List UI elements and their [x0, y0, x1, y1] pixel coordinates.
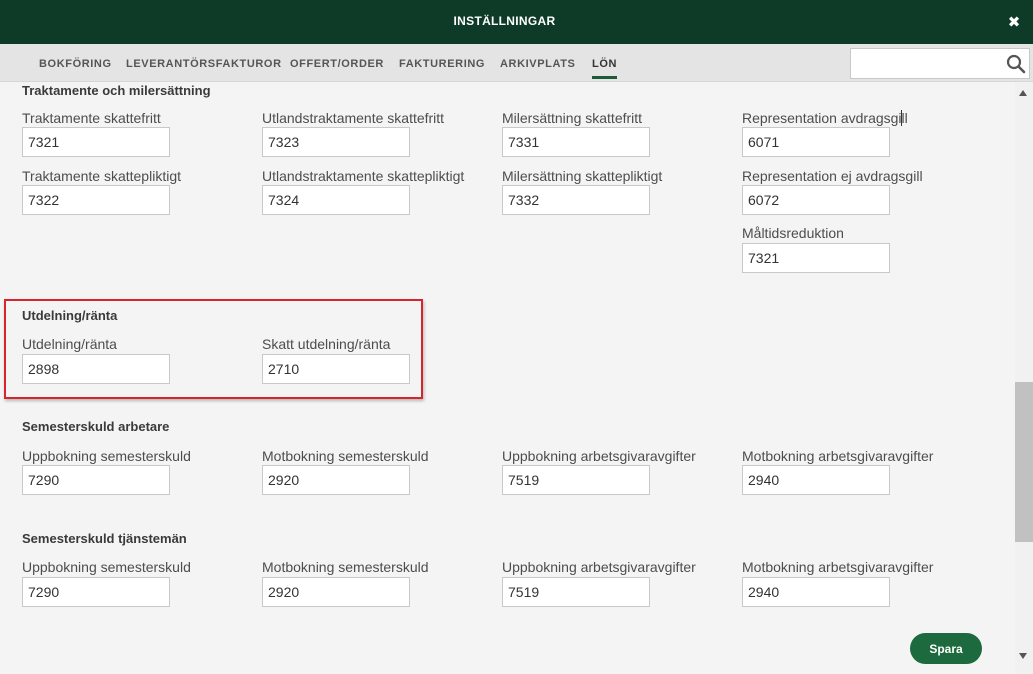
content-scrollbar[interactable]: [1015, 82, 1033, 674]
section-title-traktamente: Traktamente och milersättning: [22, 83, 211, 98]
search-input[interactable]: [851, 49, 1001, 78]
label-uppbokning-arbetsgivaravgifter: Uppbokning arbetsgivaravgifter: [502, 559, 696, 575]
tjansteman-motbokning-arbetsgivaravgifter-input[interactable]: [742, 577, 890, 607]
skatt-utdelning-ranta-input[interactable]: [262, 354, 410, 384]
tab-lon[interactable]: LÖN: [592, 58, 618, 79]
label-utdelning-ranta: Utdelning/ränta: [22, 336, 117, 352]
tab-fakturering[interactable]: FAKTURERING: [399, 58, 485, 70]
label-motbokning-semesterskuld: Motbokning semesterskuld: [262, 559, 429, 575]
save-button[interactable]: Spara: [910, 633, 982, 664]
label-milersattning-skattepliktigt: Milersättning skattepliktigt: [502, 168, 663, 184]
arbetare-uppbokning-arbetsgivaravgifter-input[interactable]: [502, 465, 650, 495]
tjansteman-uppbokning-semesterskuld-input[interactable]: [22, 577, 170, 607]
tjansteman-motbokning-semesterskuld-input[interactable]: [262, 577, 410, 607]
settings-header: INSTÄLLNINGAR ✖: [0, 0, 1033, 44]
label-representation-ej-avdragsgill: Representation ej avdragsgill: [742, 168, 923, 184]
settings-content: Traktamente och milersättning Traktament…: [0, 82, 1015, 674]
tjansteman-uppbokning-arbetsgivaravgifter-input[interactable]: [502, 577, 650, 607]
section-title-semesterskuld-tjansteman: Semesterskuld tjänstemän: [22, 531, 187, 546]
utlandstraktamente-skattefritt-input[interactable]: [262, 127, 410, 157]
label-motbokning-semesterskuld: Motbokning semesterskuld: [262, 448, 429, 464]
utdelning-ranta-input[interactable]: [22, 354, 170, 384]
text-cursor: [901, 110, 902, 126]
tab-arkivplats[interactable]: ARKIVPLATS: [500, 58, 575, 70]
tab-bokforing[interactable]: BOKFÖRING: [39, 58, 112, 70]
search-icon[interactable]: [1006, 54, 1026, 74]
label-utlandstraktamente-skattefritt: Utlandstraktamente skattefritt: [262, 110, 445, 126]
label-traktamente-skattefritt: Traktamente skattefritt: [22, 110, 161, 126]
traktamente-skattefritt-input[interactable]: [22, 127, 170, 157]
arbetare-motbokning-semesterskuld-input[interactable]: [262, 465, 410, 495]
scroll-up-arrow-icon[interactable]: [1019, 90, 1027, 96]
maltidsreduktion-input[interactable]: [742, 243, 890, 273]
milersattning-skattepliktigt-input[interactable]: [502, 185, 650, 215]
label-motbokning-arbetsgivaravgifter: Motbokning arbetsgivaravgifter: [742, 559, 934, 575]
label-maltidsreduktion: Måltidsreduktion: [742, 225, 844, 241]
tab-offert-order[interactable]: OFFERT/ORDER: [290, 58, 384, 70]
arbetare-motbokning-arbetsgivaravgifter-input[interactable]: [742, 465, 890, 495]
scrollbar-thumb[interactable]: [1015, 382, 1033, 542]
label-representation-avdragsgill: Representation avdragsgill: [742, 110, 908, 126]
traktamente-skattepliktigt-input[interactable]: [22, 185, 170, 215]
milersattning-skattefritt-input[interactable]: [502, 127, 650, 157]
label-utlandstraktamente-skattepliktigt: Utlandstraktamente skattepliktigt: [262, 168, 465, 184]
scroll-down-arrow-icon[interactable]: [1019, 653, 1027, 659]
close-icon[interactable]: ✖: [1004, 13, 1024, 33]
tab-leverantorsfakturor[interactable]: LEVERANTÖRSFAKTUROR: [126, 58, 282, 70]
label-uppbokning-arbetsgivaravgifter: Uppbokning arbetsgivaravgifter: [502, 448, 696, 464]
label-motbokning-arbetsgivaravgifter: Motbokning arbetsgivaravgifter: [742, 448, 934, 464]
label-milersattning-skattefritt: Milersättning skattefritt: [502, 110, 643, 126]
label-skatt-utdelning-ranta: Skatt utdelning/ränta: [262, 336, 391, 352]
representation-ej-avdragsgill-input[interactable]: [742, 185, 890, 215]
label-uppbokning-semesterskuld: Uppbokning semesterskuld: [22, 559, 191, 575]
section-title-utdelning: Utdelning/ränta: [22, 308, 118, 323]
representation-avdragsgill-input[interactable]: [742, 127, 890, 157]
label-uppbokning-semesterskuld: Uppbokning semesterskuld: [22, 448, 191, 464]
arbetare-uppbokning-semesterskuld-input[interactable]: [22, 465, 170, 495]
section-title-semesterskuld-arbetare: Semesterskuld arbetare: [22, 419, 170, 434]
search-box: [850, 48, 1030, 79]
utlandstraktamente-skattepliktigt-input[interactable]: [262, 185, 410, 215]
label-traktamente-skattepliktigt: Traktamente skattepliktigt: [22, 168, 181, 184]
page-title: INSTÄLLNINGAR: [453, 14, 556, 28]
